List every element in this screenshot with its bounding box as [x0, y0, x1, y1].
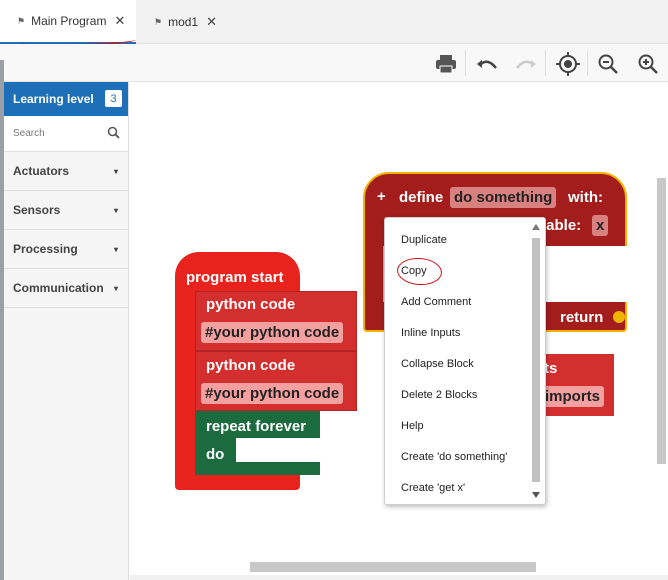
- return-label: return: [560, 309, 604, 326]
- scroll-down-icon: [532, 492, 540, 498]
- tab-mod1[interactable]: ⚑ mod1 ✕: [137, 0, 247, 44]
- puzzle-icon: ⚑: [17, 15, 26, 26]
- function-name-field[interactable]: do something: [450, 187, 557, 208]
- search-placeholder: Search: [13, 128, 45, 139]
- menu-item-add-comment[interactable]: Add Comment: [401, 296, 471, 308]
- category-actuators[interactable]: Actuators ▾: [0, 152, 128, 191]
- vertical-scrollbar[interactable]: [657, 178, 666, 464]
- category-label: Processing: [13, 242, 78, 256]
- sidebar: Learning level 3 Search Actuators ▾ Sens…: [0, 82, 129, 580]
- menu-item-help[interactable]: Help: [401, 420, 424, 432]
- program-start-label: program start: [186, 269, 284, 286]
- zoom-out-icon[interactable]: [596, 52, 620, 76]
- scroll-up-icon: [532, 224, 540, 230]
- learning-level-header[interactable]: Learning level 3: [0, 82, 128, 116]
- puzzle-icon: ⚑: [154, 16, 163, 27]
- menu-scroll-thumb[interactable]: [532, 238, 540, 482]
- caret-down-icon: ▾: [113, 244, 118, 254]
- repeat-forever-label: repeat forever: [206, 418, 307, 435]
- caret-down-icon: ▾: [113, 283, 118, 293]
- category-label: Sensors: [13, 203, 61, 217]
- variable-label: iable:: [542, 217, 582, 234]
- caret-down-icon: ▾: [113, 205, 118, 215]
- close-icon[interactable]: ✕: [114, 13, 125, 29]
- close-icon[interactable]: ✕: [206, 14, 217, 30]
- python-code-label: python code: [206, 357, 296, 374]
- imports-field[interactable]: imports: [541, 386, 605, 407]
- python-code-field[interactable]: #your python code: [201, 383, 344, 404]
- zoom-in-icon[interactable]: [636, 52, 660, 76]
- undo-icon[interactable]: [475, 52, 499, 76]
- category-label: Communication: [13, 281, 104, 295]
- menu-item-create-do-something[interactable]: Create 'do something': [401, 451, 507, 463]
- menu-item-collapse-block[interactable]: Collapse Block: [401, 358, 474, 370]
- learning-level-label: Learning level: [13, 92, 94, 106]
- return-connector-icon: [613, 311, 625, 323]
- redo-icon[interactable]: [514, 52, 538, 76]
- toolbar: [0, 44, 668, 82]
- with-label: with:: [568, 189, 603, 206]
- category-processing[interactable]: Processing ▾: [0, 230, 128, 269]
- do-label: do: [206, 446, 225, 463]
- python-code-field[interactable]: #your python code: [201, 322, 344, 343]
- menu-item-create-get-x[interactable]: Create 'get x': [401, 482, 465, 494]
- horizontal-scroll-track: [130, 575, 668, 580]
- repeat-forever-slot: [236, 438, 320, 462]
- define-label: define: [399, 189, 444, 206]
- tab-label: Main Program: [31, 14, 107, 28]
- variable-name-field[interactable]: x: [592, 215, 609, 236]
- caret-down-icon: ▾: [113, 166, 118, 176]
- plus-icon[interactable]: +: [377, 188, 386, 205]
- menu-item-inline-inputs[interactable]: Inline Inputs: [401, 327, 460, 339]
- category-sensors[interactable]: Sensors ▾: [0, 191, 128, 230]
- imports-block-label: ts: [544, 360, 558, 377]
- menu-item-delete-blocks[interactable]: Delete 2 Blocks: [401, 389, 477, 401]
- window-edge: [0, 60, 4, 580]
- category-communication[interactable]: Communication ▾: [0, 269, 128, 308]
- print-icon[interactable]: [434, 52, 458, 76]
- python-code-label: python code: [206, 296, 296, 313]
- menu-item-duplicate[interactable]: Duplicate: [401, 234, 447, 246]
- category-label: Actuators: [13, 164, 70, 178]
- toolbar-divider: [545, 50, 546, 76]
- toolbar-divider: [587, 50, 588, 76]
- tab-label: mod1: [168, 15, 199, 29]
- learning-level-badge[interactable]: 3: [105, 90, 122, 107]
- search-input[interactable]: Search: [0, 116, 128, 152]
- center-target-icon[interactable]: [556, 52, 580, 76]
- horizontal-scrollbar[interactable]: [250, 562, 536, 572]
- toolbar-divider: [465, 50, 466, 76]
- search-icon[interactable]: [107, 126, 120, 142]
